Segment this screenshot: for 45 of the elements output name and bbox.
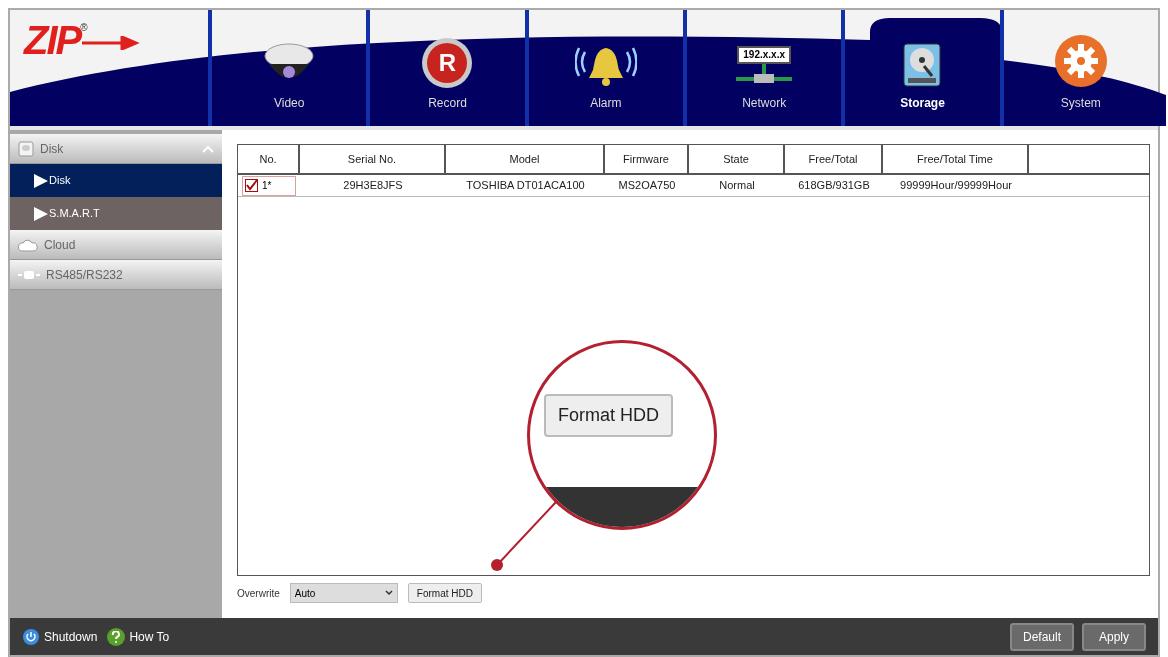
serial-port-icon: [18, 269, 40, 280]
row-select-cell[interactable]: 1*: [242, 175, 296, 196]
chevron-down-icon: [384, 590, 393, 596]
footer-button[interactable]: Apply: [1082, 622, 1146, 651]
arrow-icon: [81, 36, 142, 50]
play-icon: [34, 206, 48, 221]
column-header: Free/Total: [785, 145, 883, 173]
format-hdd-button[interactable]: Format HDD: [407, 583, 482, 603]
column-header: State: [689, 145, 785, 173]
table-cell-text: Normal: [718, 178, 756, 194]
table-cell-text: 618GB/931GB: [797, 178, 871, 194]
sidebar-section[interactable]: Disk: [10, 134, 222, 164]
help-icon: [107, 627, 126, 646]
sidebar-section[interactable]: Cloud: [10, 230, 222, 260]
table-cell-text: TOSHIBA DT01ACA100: [465, 178, 586, 194]
overwrite-dropdown[interactable]: Auto: [289, 583, 398, 603]
nav-tab[interactable]: System: [999, 10, 1158, 126]
table-cell-text: 29H3E8JFS: [342, 178, 404, 194]
nav-tab[interactable]: 192.x.x.x Network: [683, 10, 842, 126]
nav-tab[interactable]: Video: [208, 10, 367, 126]
column-header: Model: [446, 145, 605, 173]
logo: ZIP: [24, 20, 81, 60]
cloud-icon: [18, 237, 38, 252]
footer-link[interactable]: Shutdown: [22, 627, 98, 646]
column-header: Free/Total Time: [883, 145, 1029, 173]
sidebar-section[interactable]: RS485/RS232: [10, 260, 222, 290]
column-header: No.: [238, 145, 300, 173]
sidebar-item[interactable]: Disk: [10, 164, 222, 197]
gear-icon: [1053, 34, 1108, 88]
column-header: Serial No.: [300, 145, 446, 173]
play-icon: [34, 173, 48, 188]
table-cell-text: MS2OA750: [617, 178, 677, 194]
chevron-up-icon: [202, 144, 214, 153]
footer-button[interactable]: Default: [1010, 622, 1074, 651]
nav-tab[interactable]: Alarm: [524, 10, 683, 126]
registered-mark: ®: [80, 21, 88, 33]
power-icon: [22, 627, 40, 646]
overwrite-label: Overwrite: [237, 586, 280, 601]
table-cell-text: 99999Hour/99999Hour: [899, 178, 1013, 194]
nav-tab[interactable]: Storage: [841, 10, 1000, 126]
nav-tab[interactable]: R Record: [366, 10, 525, 126]
sidebar-item[interactable]: S.M.A.R.T: [10, 197, 222, 230]
checkbox[interactable]: [245, 179, 258, 192]
column-header: Firmware: [605, 145, 689, 173]
footer-link[interactable]: How To: [107, 627, 170, 646]
